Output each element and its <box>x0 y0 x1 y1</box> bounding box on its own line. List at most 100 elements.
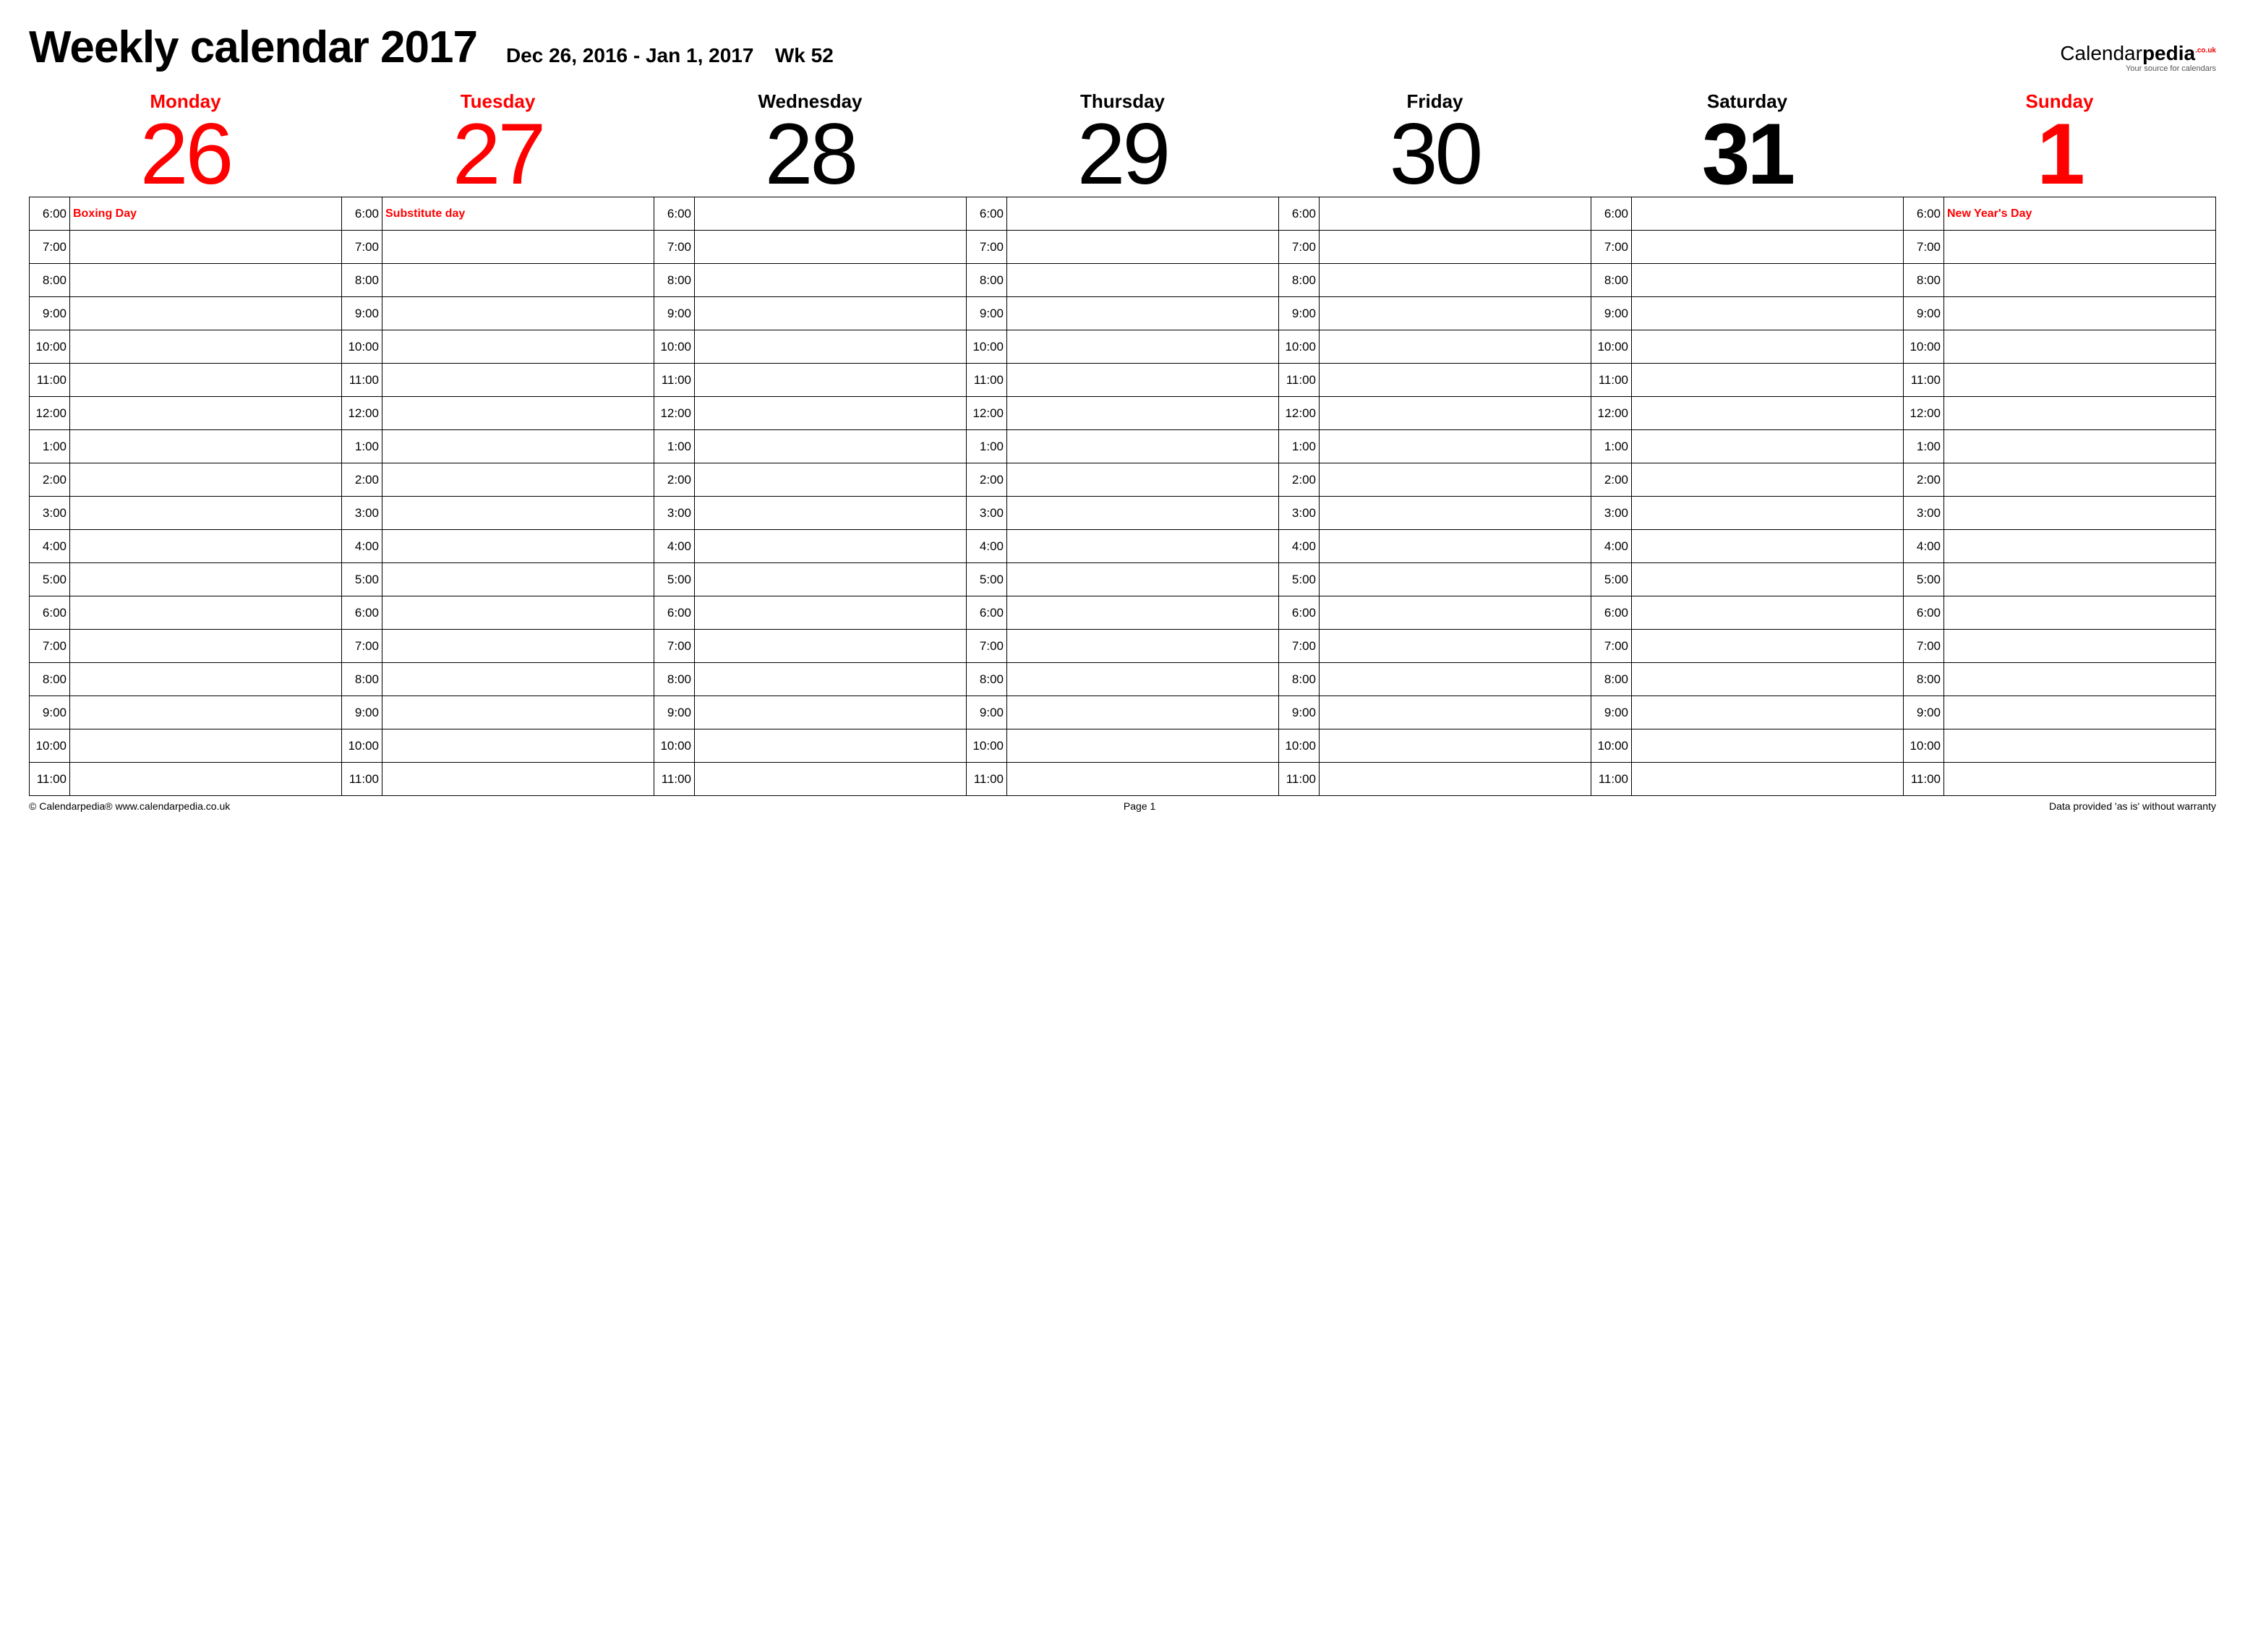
time-cell[interactable]: 10:00 <box>1279 729 1591 763</box>
time-cell[interactable]: 5:00 <box>1904 563 2216 596</box>
time-cell[interactable]: 5:00 <box>342 563 654 596</box>
time-cell[interactable]: 11:00 <box>1591 364 1904 397</box>
time-cell[interactable]: 2:00 <box>1279 463 1591 497</box>
time-cell[interactable]: 4:00 <box>654 530 967 563</box>
time-cell[interactable]: 7:00 <box>342 231 654 264</box>
time-cell[interactable]: 7:00 <box>30 231 342 264</box>
time-cell[interactable]: 8:00 <box>1904 264 2216 297</box>
time-cell[interactable]: 6:00 <box>1904 596 2216 630</box>
time-cell[interactable]: 7:00 <box>342 630 654 663</box>
time-cell[interactable]: 10:00 <box>654 330 967 364</box>
time-cell[interactable]: 12:00 <box>1591 397 1904 430</box>
time-cell[interactable]: 12:00 <box>342 397 654 430</box>
time-cell[interactable]: 2:00 <box>654 463 967 497</box>
time-cell[interactable]: 1:00 <box>1591 430 1904 463</box>
time-cell[interactable]: 9:00 <box>1591 696 1904 729</box>
time-cell[interactable]: 12:00 <box>654 397 967 430</box>
time-cell[interactable]: 4:00 <box>1279 530 1591 563</box>
time-cell[interactable]: 6:00 <box>30 596 342 630</box>
time-cell[interactable]: 7:00 <box>30 630 342 663</box>
time-cell[interactable]: 10:00 <box>1904 330 2216 364</box>
time-cell[interactable]: 8:00 <box>654 663 967 696</box>
time-cell[interactable]: 11:00 <box>342 364 654 397</box>
time-cell[interactable]: 10:00 <box>967 330 1279 364</box>
time-cell[interactable]: 9:00 <box>967 297 1279 330</box>
time-cell[interactable]: 10:00 <box>30 330 342 364</box>
time-cell[interactable]: 11:00 <box>967 364 1279 397</box>
time-cell[interactable]: 8:00 <box>1279 264 1591 297</box>
time-cell[interactable]: 7:00 <box>654 630 967 663</box>
time-cell[interactable]: 10:00 <box>30 729 342 763</box>
time-cell[interactable]: 11:00 <box>654 763 967 796</box>
time-cell[interactable]: 10:00 <box>967 729 1279 763</box>
time-cell[interactable]: 9:00 <box>1904 297 2216 330</box>
time-cell[interactable]: 2:00 <box>1904 463 2216 497</box>
time-cell[interactable]: 11:00 <box>1279 763 1591 796</box>
time-cell[interactable]: 5:00 <box>30 563 342 596</box>
time-cell[interactable]: 10:00 <box>1904 729 2216 763</box>
time-cell[interactable]: 5:00 <box>967 563 1279 596</box>
time-cell[interactable]: 8:00 <box>30 663 342 696</box>
time-cell[interactable]: 7:00 <box>967 231 1279 264</box>
time-cell[interactable]: 6:00 <box>654 596 967 630</box>
time-cell[interactable]: 1:00 <box>342 430 654 463</box>
time-cell[interactable]: 12:00 <box>30 397 342 430</box>
time-cell[interactable]: 10:00 <box>654 729 967 763</box>
time-cell[interactable]: 9:00 <box>1591 297 1904 330</box>
time-cell[interactable]: 7:00 <box>967 630 1279 663</box>
time-cell[interactable]: 10:00 <box>342 729 654 763</box>
time-cell[interactable]: 11:00 <box>1904 364 2216 397</box>
time-cell[interactable]: 5:00 <box>1279 563 1591 596</box>
time-cell[interactable]: 3:00 <box>1591 497 1904 530</box>
time-cell[interactable]: 8:00 <box>967 264 1279 297</box>
time-cell[interactable]: 10:00 <box>1591 330 1904 364</box>
time-cell[interactable]: 1:00 <box>30 430 342 463</box>
time-cell[interactable]: 6:00 <box>342 596 654 630</box>
time-cell[interactable]: 9:00 <box>654 297 967 330</box>
time-cell[interactable]: 1:00 <box>1279 430 1591 463</box>
time-cell[interactable]: 1:00 <box>967 430 1279 463</box>
time-cell[interactable]: 5:00 <box>1591 563 1904 596</box>
time-cell[interactable]: 11:00 <box>1279 364 1591 397</box>
time-cell[interactable]: 11:00 <box>967 763 1279 796</box>
time-cell[interactable]: 1:00 <box>654 430 967 463</box>
time-cell[interactable]: 9:00 <box>654 696 967 729</box>
time-cell[interactable]: 12:00 <box>1904 397 2216 430</box>
time-cell[interactable]: 7:00 <box>1279 231 1591 264</box>
time-cell[interactable]: 9:00 <box>30 696 342 729</box>
time-cell[interactable]: 9:00 <box>1279 297 1591 330</box>
time-cell[interactable]: 3:00 <box>1904 497 2216 530</box>
time-cell[interactable]: 2:00 <box>1591 463 1904 497</box>
time-cell[interactable]: 2:00 <box>967 463 1279 497</box>
time-cell[interactable]: 8:00 <box>30 264 342 297</box>
time-cell[interactable]: 7:00 <box>1591 630 1904 663</box>
time-cell[interactable]: 5:00 <box>654 563 967 596</box>
time-cell[interactable]: 7:00 <box>1591 231 1904 264</box>
time-cell[interactable]: 8:00 <box>1904 663 2216 696</box>
time-cell[interactable]: 8:00 <box>1591 663 1904 696</box>
time-cell[interactable]: 4:00 <box>30 530 342 563</box>
time-cell[interactable]: 9:00 <box>342 696 654 729</box>
time-cell[interactable]: 6:00 <box>967 596 1279 630</box>
time-cell[interactable]: 8:00 <box>654 264 967 297</box>
time-cell[interactable]: 9:00 <box>1279 696 1591 729</box>
time-cell[interactable]: 8:00 <box>967 663 1279 696</box>
time-cell[interactable]: 9:00 <box>342 297 654 330</box>
time-cell[interactable]: 3:00 <box>30 497 342 530</box>
time-cell[interactable]: 10:00 <box>1279 330 1591 364</box>
time-cell[interactable]: 12:00 <box>1279 397 1591 430</box>
time-cell[interactable]: 2:00 <box>342 463 654 497</box>
time-cell[interactable]: 3:00 <box>1279 497 1591 530</box>
time-cell[interactable]: 4:00 <box>967 530 1279 563</box>
time-cell[interactable]: 8:00 <box>1279 663 1591 696</box>
time-cell[interactable]: 3:00 <box>654 497 967 530</box>
time-cell[interactable]: 7:00 <box>1904 231 2216 264</box>
time-cell[interactable]: 10:00 <box>1591 729 1904 763</box>
time-cell[interactable]: 9:00 <box>967 696 1279 729</box>
time-cell[interactable]: 3:00 <box>967 497 1279 530</box>
time-cell[interactable]: 4:00 <box>342 530 654 563</box>
time-cell[interactable]: 11:00 <box>30 763 342 796</box>
time-cell[interactable]: 4:00 <box>1904 530 2216 563</box>
time-cell[interactable]: 11:00 <box>1904 763 2216 796</box>
time-cell[interactable]: 6:00 <box>1279 596 1591 630</box>
